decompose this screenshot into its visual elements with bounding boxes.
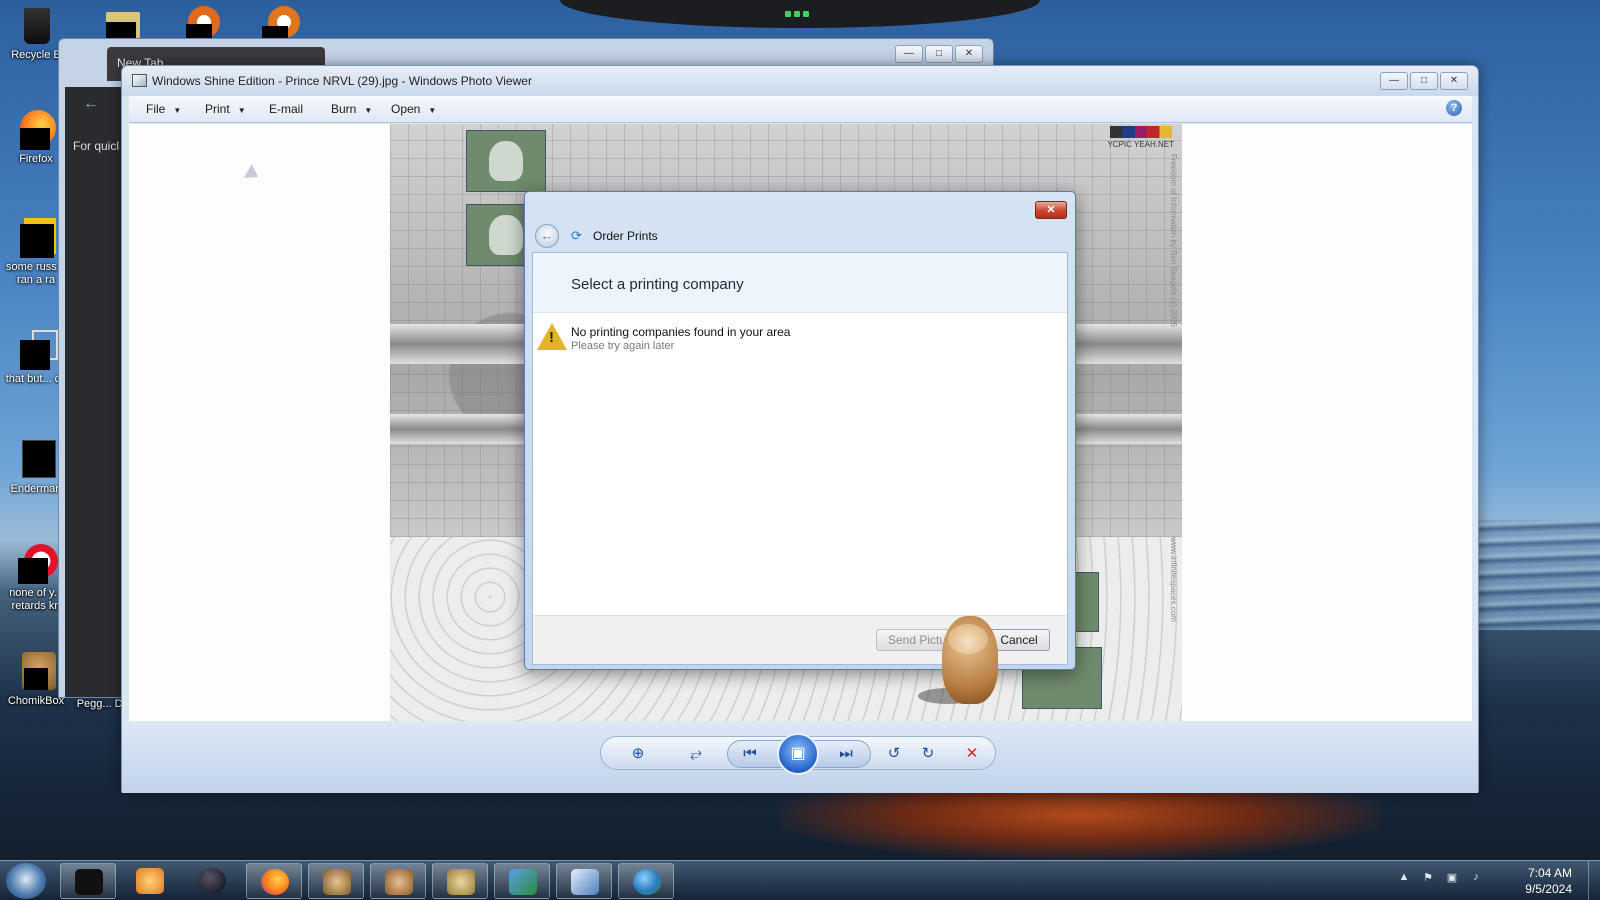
file-icon <box>16 330 58 370</box>
maximize-button[interactable]: □ <box>925 45 953 63</box>
app-icon <box>75 869 103 895</box>
firefox-icon <box>261 869 289 895</box>
menu-label: E-mail <box>269 102 304 116</box>
top-hardware-bar <box>560 0 1040 28</box>
menu-burn[interactable]: Burn ▼ <box>331 102 372 116</box>
network-icon <box>509 869 537 895</box>
taskbar-item-money[interactable] <box>432 863 488 899</box>
toolbar-pill: ⊕ ⥂ ⏮ ▣ ⏭ ↺ ↻ ✕ <box>600 733 996 775</box>
menu-email[interactable]: E-mail <box>269 102 303 116</box>
recycle-bin-icon <box>16 6 56 46</box>
browser-content-text: For quicl <box>73 139 120 153</box>
globe-icon <box>633 869 661 895</box>
zoom-icon[interactable]: ⊕ <box>625 741 651 767</box>
actual-size-icon[interactable]: ⥂ <box>683 741 709 767</box>
clock-time: 7:04 AM <box>1527 866 1572 880</box>
chevron-down-icon: ▼ <box>237 106 246 115</box>
action-center-icon[interactable]: ⚑ <box>1420 871 1436 887</box>
chevron-down-icon: ▼ <box>364 106 373 115</box>
dialog-body: Select a printing company ! No printing … <box>532 252 1068 665</box>
delete-icon[interactable]: ✕ <box>959 741 985 767</box>
file-icon <box>16 218 56 258</box>
opera-icon <box>16 544 58 584</box>
photo-tile <box>466 130 546 192</box>
hamster-desktop-pet[interactable] <box>918 606 1010 710</box>
order-prints-dialog[interactable]: ✕ ← ⟳ Order Prints Select a printing com… <box>524 191 1076 670</box>
taskbar-item-firefox[interactable] <box>246 863 302 899</box>
viewer-toolbar: ⊕ ⥂ ⏮ ▣ ⏭ ↺ ↻ ✕ <box>122 721 1478 793</box>
minimize-button[interactable]: — <box>1380 72 1408 90</box>
media-player-icon <box>136 868 164 894</box>
firefox-icon <box>16 110 56 150</box>
status-leds <box>785 6 815 17</box>
taskbar-item-network[interactable] <box>494 863 550 899</box>
menu-label: Print <box>205 102 230 116</box>
mouse-cursor-icon <box>243 164 263 184</box>
taskbar: ▲ ⚑ ▣ ♪ 7:04 AM 9/5/2024 <box>0 860 1600 900</box>
window-controls: — □ ✕ <box>1380 72 1468 90</box>
back-button[interactable]: ← <box>535 224 559 248</box>
status-submessage: Please try again later <box>571 340 675 352</box>
chomikbox-icon <box>16 652 56 692</box>
chomikbox-icon <box>323 869 351 895</box>
chevron-down-icon: ▼ <box>173 106 182 115</box>
show-hidden-icons-icon[interactable]: ▲ <box>1396 871 1412 887</box>
dialog-title: Order Prints <box>593 229 658 243</box>
taskbar-item-chomikbox[interactable] <box>308 863 364 899</box>
clock-date: 9/5/2024 <box>1525 882 1572 896</box>
close-button[interactable]: ✕ <box>1440 72 1468 90</box>
browser-content: ← For quicl <box>65 87 125 697</box>
show-desktop-button[interactable] <box>1588 861 1600 900</box>
menu-label: Open <box>391 102 421 116</box>
minimize-button[interactable]: — <box>895 45 923 63</box>
taskbar-item-hamster[interactable] <box>370 863 426 899</box>
window-title: Windows Shine Edition - Prince NRVL (29)… <box>152 74 532 88</box>
warning-icon: ! <box>537 323 567 351</box>
system-clock[interactable]: 7:04 AM 9/5/2024 <box>1502 865 1572 897</box>
taskbar-item-explorer[interactable] <box>60 863 116 899</box>
photo-vertical-url: www.infinitespaces.com <box>1169 537 1178 622</box>
maximize-button[interactable]: □ <box>1410 72 1438 90</box>
dialog-heading: Select a printing company <box>571 276 744 293</box>
menu-label: Burn <box>331 102 357 116</box>
previous-icon[interactable]: ⏮ <box>737 741 763 767</box>
dialog-header: Select a printing company <box>533 253 1067 313</box>
close-button[interactable]: ✕ <box>955 45 983 63</box>
hamster-icon <box>385 869 413 895</box>
menu-print[interactable]: Print ▼ <box>205 102 246 116</box>
photo-viewer-app-icon <box>132 74 147 87</box>
slideshow-icon[interactable]: ▣ <box>777 733 819 775</box>
taskbar-item-order-prints[interactable] <box>618 863 674 899</box>
status-message: No printing companies found in your area <box>571 325 791 339</box>
title-bar[interactable]: Windows Shine Edition - Prince NRVL (29)… <box>122 66 1478 96</box>
photo-brand-logo <box>1110 126 1172 138</box>
rotate-clockwise-icon[interactable]: ↻ <box>915 741 941 767</box>
help-icon[interactable]: ? <box>1446 100 1462 116</box>
photo-brand-text: YCPIC YEAH.NET <box>1107 140 1174 149</box>
menu-open[interactable]: Open ▼ <box>391 102 436 116</box>
dialog-close-button[interactable]: ✕ <box>1035 201 1067 219</box>
taskbar-item-photo-viewer[interactable] <box>556 863 612 899</box>
start-button[interactable] <box>6 863 46 899</box>
chevron-down-icon: ▼ <box>428 106 437 115</box>
volume-icon[interactable]: ♪ <box>1468 871 1484 887</box>
photo-viewer-icon <box>571 869 599 895</box>
money-bag-icon <box>447 869 475 895</box>
photo-vertical-caption: Freedom of Information by Ben Seagels (c… <box>1169 154 1178 327</box>
menu-file[interactable]: File ▼ <box>146 102 181 116</box>
globe-icon <box>198 868 226 894</box>
network-status-icon[interactable]: ▣ <box>1444 871 1460 887</box>
terminal-icon <box>16 440 56 480</box>
window-controls: — □ ✕ <box>895 45 983 63</box>
rotate-counterclockwise-icon[interactable]: ↺ <box>881 741 907 767</box>
menu-label: File <box>146 102 166 116</box>
taskbar-item-browser[interactable] <box>184 863 240 899</box>
taskbar-item-media-player[interactable] <box>122 863 178 899</box>
next-icon[interactable]: ⏭ <box>833 741 859 767</box>
menu-bar: File ▼ Print ▼ E-mail Burn ▼ Open ▼ ? <box>129 96 1472 123</box>
back-arrow-icon[interactable]: ← <box>83 95 99 113</box>
order-prints-icon: ⟳ <box>571 228 582 243</box>
